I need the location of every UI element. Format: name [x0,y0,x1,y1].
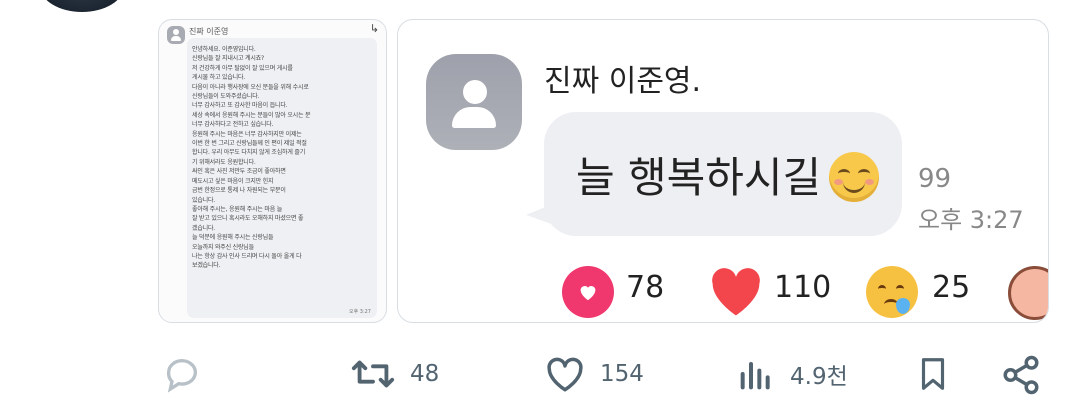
message-line: 너무 감사하다고 전하고 싶습니다. [192,121,274,129]
message-line: 이번 한 번 그리고 신랑님들께 인 편이 제일 적절 [192,140,307,148]
message-line: 금번 한정으로 통제 나 자원되는 부분이 [192,187,286,195]
sad-reaction-count: 25 [932,270,971,305]
reply-button[interactable] [160,354,204,394]
reaction-bar: 78 110 25 [398,260,1048,320]
message-line: 너무 감사하고 또 감사한 마음이 듭니다. [192,102,288,110]
message-line: 좋아해 주시는, 응원해 주시는 마음 늘 [192,205,283,213]
message-line: 신랑님들이 도와주셨습니다. [192,93,260,101]
message-line: 늘 덕분에 응원해 주시는 신랑님들 [192,234,274,242]
sender-avatar-icon [167,26,185,44]
share-arrow-icon: ↳ [369,22,379,35]
share-button[interactable] [1000,354,1042,396]
views-icon [740,362,770,390]
profile-placeholder-icon [426,54,522,150]
message-line: 있습니다. [192,196,215,204]
message-line: 오늘까지 와주신 신랑님들 [192,243,254,251]
attached-image-1[interactable]: 진짜 이준영 ↳ 안녕하세요. 이준영입니다. 신랑님들 잘 지내시고 계시죠? 저… [158,19,387,323]
message-timestamp: 오후 3:27 [918,206,1024,234]
message-line: 나는 항상 감사 인사 드리며 다시 돌아 올게 다 [192,252,302,260]
love-reaction-count: 78 [626,270,665,305]
share-icon [1003,355,1039,395]
retweet-count: 48 [410,361,440,387]
message-bubble: 늘 행복하시길 [544,112,902,236]
message-line: 메도시고 싶은 마음이 크지만 힌지 [192,177,274,185]
message-bubble: 안녕하세요. 이준영입니다. 신랑님들 잘 지내시고 계시죠? 저 건강하게 아무 … [187,38,377,318]
tweet-action-bar: 48 154 4.9천 [0,340,1080,410]
message-line: 다음이 아니라 행사장에 오신 분들을 위해 수시로 [192,83,309,91]
message-line: 보겠습니다. [192,262,221,270]
read-count: 99 [918,164,952,194]
retweet-icon [351,360,395,388]
retweet-button[interactable]: 48 [350,354,439,394]
like-count: 154 [600,361,644,387]
message-line: 겠습니다. [192,224,215,232]
peach-character-icon [1008,266,1048,320]
message-line: 기 위해서라도 응원합니다. [192,158,256,166]
like-button[interactable]: 154 [544,354,644,394]
views-button[interactable]: 4.9천 [736,354,848,394]
message-line: 응원해 주시는 마음은 너무 감사하지만 이제는 [192,130,302,138]
smiling-face-emoji-icon [829,151,880,202]
message-line: 게시물 하고 있습니다. [192,74,246,82]
bookmark-button[interactable] [914,354,952,394]
message-line: 안녕하세요. 이준영입니다. [192,46,256,53]
sad-reaction-icon [866,266,918,318]
author-avatar[interactable] [40,0,124,12]
message-line: 합니다. 우리 아무도 다치지 않게 조심하게 즐기 [192,149,306,157]
views-count: 4.9천 [790,364,848,390]
message-line: 잘 받고 있으니 혹시라도 오해하지 마셨으면 좋 [192,215,304,223]
reply-icon [166,359,197,393]
love-reaction-icon [562,266,614,318]
sender-name: 진짜 이준영 [189,27,229,36]
like-icon [547,357,583,392]
message-text: 늘 행복하시길 [576,144,880,206]
message-line: 싸인 혹은 사진 저만두 조금이 좋아하면 [192,168,286,176]
message-timestamp: 오후 3:27 [348,309,371,315]
attached-image-2[interactable]: 진짜 이준영. 늘 행복하시길 99 오후 3:27 78 110 25 [397,19,1049,323]
heart-reaction-count: 110 [774,270,832,305]
heart-reaction-icon [708,266,764,318]
bookmark-icon [921,358,945,390]
message-body: 늘 행복하시길 [576,153,822,202]
sender-name: 진짜 이준영. [544,64,702,99]
message-line: 세상 속에서 응원해 주시는 분들이 많아 오시는 분 [192,111,311,119]
message-line: 신랑님들 잘 지내시고 계시죠? [192,55,264,63]
message-line: 저 건강하게 아무 탈없이 잘 있으며 게시를 [192,64,293,72]
